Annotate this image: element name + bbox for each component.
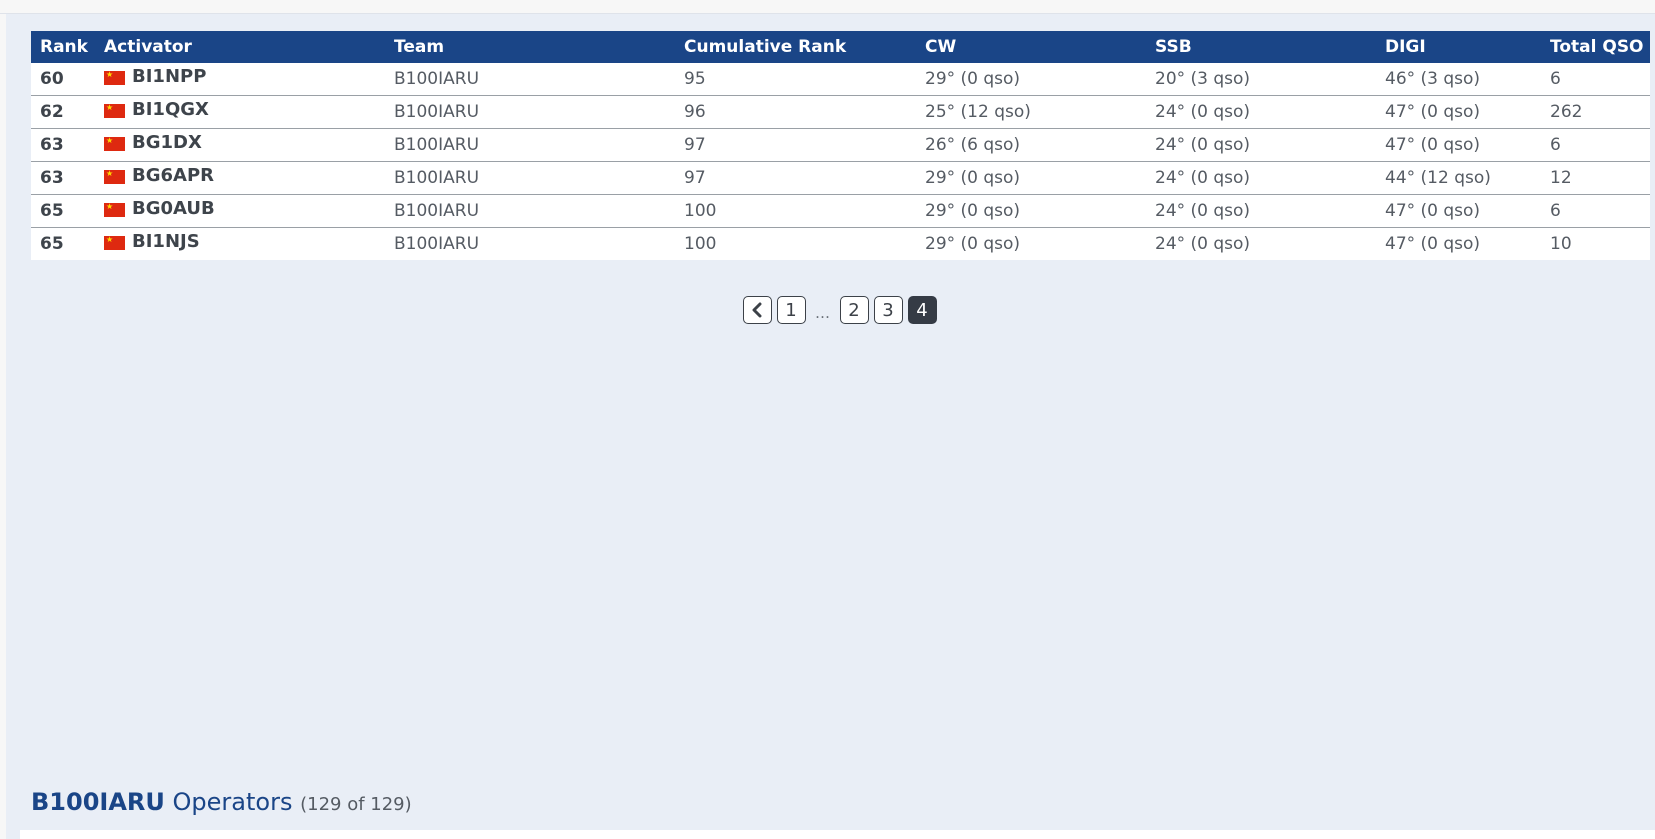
digi-cell: 47° (0 qso)	[1385, 95, 1550, 129]
table-row: 65 BI1NJS B100IARU 100 29° (0 qso) 24° (0 qso…	[31, 228, 1650, 261]
cw-cell: 25° (12 qso)	[925, 95, 1155, 129]
total-qso-cell: 262	[1550, 95, 1650, 129]
chevron-left-icon	[752, 302, 762, 318]
header-team[interactable]: Team	[394, 31, 684, 63]
activator-cell: BI1QGX	[104, 95, 394, 129]
rank-value: 60	[40, 69, 64, 89]
china-flag-icon	[104, 104, 125, 119]
table-row: 63 BG6APR B100IARU9729° (0 qso)24° (0 qso)…	[31, 161, 1650, 195]
rank-cell: 62	[31, 95, 104, 129]
total-qso-cell: 6	[1550, 194, 1650, 228]
header-total-qso[interactable]: Total QSO	[1550, 31, 1650, 63]
header-digi[interactable]: DIGI	[1385, 31, 1550, 63]
header-rank[interactable]: Rank	[31, 31, 104, 63]
cumulative-rank-cell: 96	[684, 95, 925, 129]
header-cumulative-rank[interactable]: Cumulative Rank	[684, 31, 925, 63]
team-cell: B100IARU	[394, 194, 684, 228]
team-cell: B100IARU	[394, 161, 684, 195]
digi-cell: 46° (3 qso)	[1385, 63, 1550, 96]
china-flag-icon	[104, 203, 125, 218]
china-flag-icon	[104, 236, 125, 251]
total-qso-cell: 12	[1550, 161, 1650, 195]
china-flag-icon	[104, 170, 125, 185]
cw-cell: 29° (0 qso)	[925, 161, 1155, 195]
rank-value: 63	[40, 168, 64, 188]
rank-value: 65	[40, 234, 64, 254]
digi-cell: 47° (0 qso)	[1385, 234, 1481, 254]
table-body: 60BI1NPPB100IARU9529° (0 qso)20° (3 qso)…	[31, 63, 1650, 260]
cw-cell: 29° (0 qso)	[925, 63, 1155, 96]
table-row: 63 BG1DX B100IARU9726° (6 qso)24° (0 qso)4…	[31, 128, 1650, 162]
page-ellipsis: …	[815, 304, 830, 322]
ssb-cell: 24° (0 qso)	[1155, 95, 1385, 129]
rank-value: 62	[40, 102, 64, 122]
header-cw[interactable]: CW	[925, 31, 1155, 63]
activator-cell: BG1DX	[104, 128, 394, 162]
ssb-cell: 24° (0 qso)	[1155, 234, 1251, 254]
activator-callsign-link[interactable]: BI1NPP	[132, 66, 206, 87]
rank-value: 65	[40, 201, 64, 221]
cw-cell: 29° (0 qso)	[925, 234, 1021, 254]
activator-callsign-link[interactable]: BI1NJS	[132, 231, 200, 252]
page-button-2[interactable]: 2	[839, 296, 869, 324]
digi-cell: 44° (12 qso)	[1385, 161, 1550, 195]
table-header-row: Rank Activator Team Cumulative Rank CW S…	[31, 31, 1650, 63]
ssb-cell: 20° (3 qso)	[1155, 63, 1385, 96]
cumulative-rank-cell: 100	[684, 234, 717, 254]
header-ssb[interactable]: SSB	[1155, 31, 1385, 63]
cw-cell: 26° (6 qso)	[925, 128, 1155, 162]
rank-cell: 63	[31, 128, 104, 162]
rank-cell: 65	[31, 194, 104, 228]
team-cell: B100IARU	[394, 234, 480, 254]
cumulative-rank-cell: 97	[684, 128, 925, 162]
activator-cell: BG6APR	[104, 161, 394, 195]
cumulative-rank-cell: 95	[684, 63, 925, 96]
operators-section-title: B100IARU Operators (129 of 129)	[31, 788, 412, 816]
operators-table-top	[20, 830, 1655, 839]
page-button-4-current[interactable]: 4	[907, 296, 937, 324]
activator-callsign-link[interactable]: BI1QGX	[132, 99, 209, 120]
ssb-cell: 24° (0 qso)	[1155, 128, 1385, 162]
table-row: 62 BI1QGX B100IARU9625° (12 qso)24° (0 qso…	[31, 95, 1650, 129]
table-row: 60 BI1NPP B100IARU9529° (0 qso)20° (3 qso)…	[31, 63, 1650, 96]
activator-ranking-table: Rank Activator Team Cumulative Rank CW S…	[31, 31, 1650, 260]
previous-page-button[interactable]	[742, 296, 772, 324]
total-qso-cell: 6	[1550, 128, 1650, 162]
china-flag-icon	[104, 137, 125, 152]
china-flag-icon	[104, 71, 125, 86]
cumulative-rank-cell: 100	[684, 194, 925, 228]
activator-callsign-link[interactable]: BG6APR	[132, 165, 214, 186]
rank-cell: 65	[31, 228, 104, 261]
activator-cell: BI1NJS	[104, 228, 394, 261]
team-cell: B100IARU	[394, 95, 684, 129]
digi-cell: 47° (0 qso)	[1385, 194, 1550, 228]
rank-value: 63	[40, 135, 64, 155]
cumulative-rank-cell: 97	[684, 161, 925, 195]
rank-cell: 60	[31, 63, 104, 96]
rank-cell: 63	[31, 161, 104, 195]
operators-team-name: B100IARU	[31, 788, 165, 816]
total-qso-cell: 6	[1550, 63, 1650, 96]
pagination: 1 … 2 3 4	[0, 296, 1655, 324]
team-cell: B100IARU	[394, 128, 684, 162]
browser-top-bar	[0, 0, 1655, 14]
activator-cell: BI1NPP	[104, 63, 394, 96]
ssb-cell: 24° (0 qso)	[1155, 194, 1385, 228]
activator-callsign-link[interactable]: BG1DX	[132, 132, 202, 153]
page-button-3[interactable]: 3	[873, 296, 903, 324]
table-row: 65 BG0AUB B100IARU10029° (0 qso)24° (0 qso…	[31, 194, 1650, 228]
digi-cell: 47° (0 qso)	[1385, 128, 1550, 162]
team-cell: B100IARU	[394, 63, 684, 96]
header-activator[interactable]: Activator	[104, 31, 394, 63]
total-qso-cell: 10	[1550, 234, 1572, 254]
activator-callsign-link[interactable]: BG0AUB	[132, 198, 215, 219]
ssb-cell: 24° (0 qso)	[1155, 161, 1385, 195]
operators-label: Operators	[172, 788, 293, 816]
page-button-1[interactable]: 1	[776, 296, 806, 324]
activator-cell: BG0AUB	[104, 194, 394, 228]
cw-cell: 29° (0 qso)	[925, 194, 1155, 228]
operators-count: (129 of 129)	[300, 794, 412, 815]
